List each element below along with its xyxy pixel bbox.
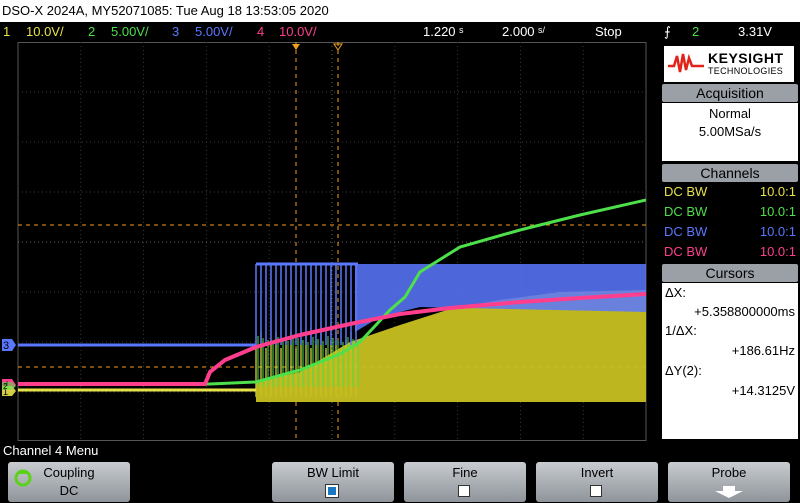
channel-row-4[interactable]: DC BW 10.0:1: [662, 242, 798, 262]
delta-y-label: ΔY(2):: [665, 363, 702, 378]
window-title: DSO-X 2024A, MY52071085: Tue Aug 18 13:5…: [2, 3, 329, 18]
sample-rate: 5.00MSa/s: [698, 124, 762, 139]
trigger-level: 3.31V: [738, 24, 772, 39]
trigger-position-marker[interactable]: [292, 44, 300, 50]
coupling-softkey[interactable]: Coupling DC: [8, 462, 130, 502]
channel-row-4-coupling: DC BW: [664, 244, 708, 259]
invert-label: Invert: [580, 465, 614, 480]
channel-row-4-probe: 10.0:1: [759, 244, 796, 259]
logo-name: KEYSIGHT: [708, 50, 784, 66]
acquisition-mode: Normal: [709, 106, 751, 121]
ch3-scale[interactable]: 5.00V/: [195, 22, 233, 42]
logo-sub: TECHNOLOGIES: [708, 66, 784, 76]
acquisition-header[interactable]: Acquisition: [662, 84, 798, 102]
bw-limit-label: BW Limit: [307, 465, 359, 480]
timebase-value[interactable]: 2.000: [502, 22, 535, 42]
trigger-edge-icon: ⨍: [664, 24, 671, 39]
fine-checkbox[interactable]: [458, 485, 470, 497]
ch3-ground-marker[interactable]: 3: [2, 339, 16, 352]
probe-softkey[interactable]: Probe: [668, 462, 790, 502]
delay-unit: s: [459, 25, 464, 35]
ch4-scale[interactable]: 10.0V/: [279, 22, 317, 42]
svg-text:2: 2: [3, 382, 8, 391]
inverse-delta-x-label: 1/ΔX:: [665, 323, 697, 338]
inverse-delta-x-value: +186.61Hz: [731, 343, 795, 358]
invert-checkbox[interactable]: [590, 485, 602, 497]
ch2-number[interactable]: 2: [88, 22, 95, 42]
delta-x-value: +5.358800000ms: [694, 304, 795, 319]
channel-row-3[interactable]: DC BW 10.0:1: [662, 222, 798, 242]
probe-label: Probe: [711, 465, 747, 480]
bw-limit-softkey[interactable]: BW Limit: [272, 462, 394, 502]
fine-label: Fine: [452, 465, 478, 480]
ch2-scale[interactable]: 5.00V/: [111, 22, 149, 42]
cursors-header[interactable]: Cursors: [662, 264, 798, 282]
coupling-label: Coupling: [43, 465, 95, 480]
channel-row-3-probe: 10.0:1: [759, 224, 796, 239]
bw-limit-checkbox[interactable]: [325, 484, 339, 498]
run-state[interactable]: Stop: [595, 22, 622, 42]
waveform-svg: 3 4 1 2: [2, 42, 647, 442]
title-bar: DSO-X 2024A, MY52071085: Tue Aug 18 13:5…: [0, 0, 800, 22]
coupling-value: DC: [59, 483, 79, 498]
waveform-display[interactable]: 3 4 1 2: [0, 42, 660, 442]
acquisition-body: Normal 5.00MSa/s: [662, 103, 798, 161]
trigger-info[interactable]: ⨍ 2 3.31V: [660, 22, 800, 42]
channel-row-1-probe: 10.0:1: [759, 184, 796, 199]
channel-row-1-coupling: DC BW: [664, 184, 708, 199]
delta-x-label: ΔX:: [665, 285, 686, 300]
channel-row-1[interactable]: DC BW 10.0:1: [662, 182, 798, 202]
keysight-wave-icon: [668, 53, 704, 73]
menu-title-bar: Channel 4 Menu: [0, 443, 800, 459]
trigger-channel: 2: [692, 24, 700, 39]
ch1-number[interactable]: 1: [3, 22, 10, 42]
menu-title: Channel 4 Menu: [3, 443, 99, 458]
submenu-arrow-icon: [715, 486, 743, 498]
channel-scale-bar: 1 10.0V/ 2 5.00V/ 3 5.00V/ 4 10.0V/ 1.22…: [0, 22, 660, 42]
fine-softkey[interactable]: Fine: [404, 462, 526, 502]
svg-text:3: 3: [3, 340, 9, 352]
ch1-scale[interactable]: 10.0V/: [26, 22, 64, 42]
cursors-body: ΔX: +5.358800000ms 1/ΔX: +186.61Hz ΔY(2)…: [662, 283, 798, 439]
delta-y-value: +14.3125V: [731, 383, 795, 398]
delay-value[interactable]: 1.220: [423, 22, 456, 42]
channel-row-2-coupling: DC BW: [664, 204, 708, 219]
channels-header[interactable]: Channels: [662, 164, 798, 182]
channel-row-2-probe: 10.0:1: [759, 204, 796, 219]
ch4-number[interactable]: 4: [257, 22, 264, 42]
channel-row-2[interactable]: DC BW 10.0:1: [662, 202, 798, 222]
ch3-number[interactable]: 3: [172, 22, 179, 42]
invert-softkey[interactable]: Invert: [536, 462, 658, 502]
timebase-unit: s/: [538, 25, 546, 35]
keysight-logo: KEYSIGHT TECHNOLOGIES: [664, 46, 794, 82]
channel-row-3-coupling: DC BW: [664, 224, 708, 239]
